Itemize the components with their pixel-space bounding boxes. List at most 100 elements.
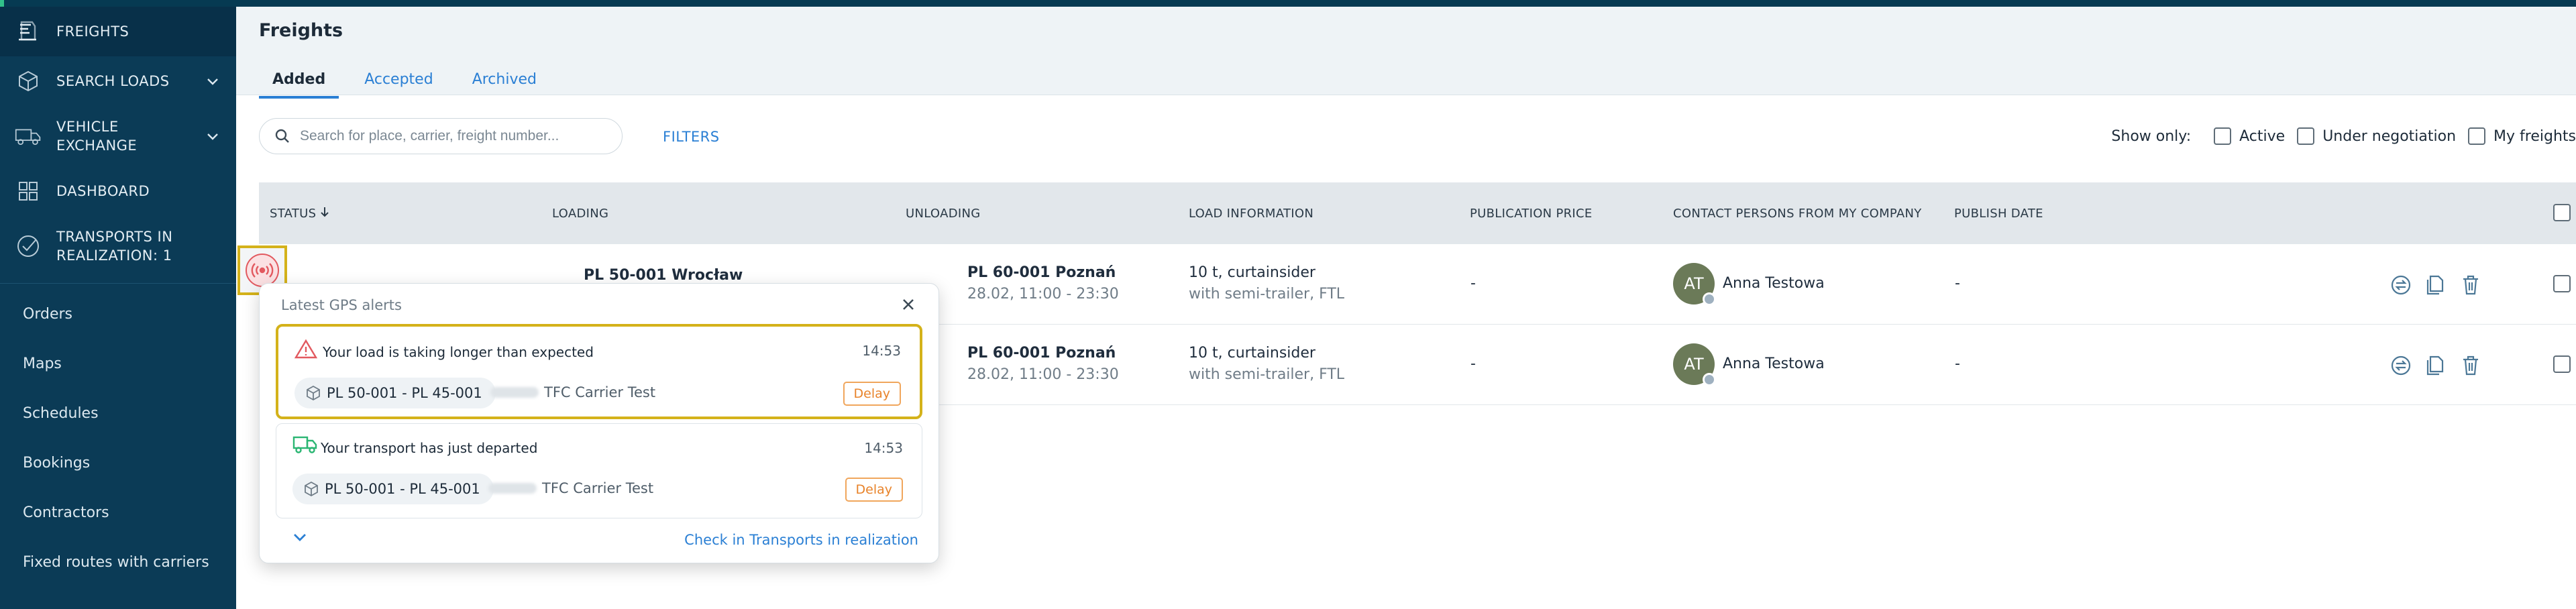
column-status[interactable]: STATUS [270,207,329,221]
check-transports-link[interactable]: Check in Transports in realization [684,532,918,548]
sidebar-item-orders[interactable]: Orders [0,289,236,339]
column-unloading: UNLOADING [906,207,981,221]
gps-alert-item[interactable]: Your load is taking longer than expected… [276,324,922,419]
row-checkbox[interactable] [2553,355,2571,373]
tab-accepted[interactable]: Accepted [351,64,446,99]
sort-arrow-down-icon[interactable] [320,207,329,217]
publication-price: - [1470,275,1476,292]
unloading-date: 28.02, 11:00 - 23:30 [967,366,1119,383]
alert-time: 14:53 [862,343,901,359]
alert-message: Your load is taking longer than expected [323,344,594,360]
chevron-down-icon[interactable] [205,74,220,88]
filter-label: Active [2239,127,2286,145]
column-load-information: LOAD INFORMATION [1189,207,1314,221]
status-dot [1703,373,1716,386]
column-publication-price: PUBLICATION PRICE [1470,207,1593,221]
column-loading: LOADING [552,207,609,221]
sidebar: FREIGHTS SEARCH LOADS VEHICLE EXCHANGE D… [0,7,236,609]
gps-alert-item[interactable]: Your transport has just departed 14:53 P… [276,423,922,518]
alert-message: Your transport has just departed [321,440,538,456]
select-all-checkbox[interactable] [2553,204,2571,221]
filters-button[interactable]: FILTERS [663,129,720,145]
top-bar [0,0,2576,7]
route-label: PL 50-001 - PL 45-001 [327,385,482,401]
chevron-down-icon[interactable] [205,129,220,143]
tab-archived[interactable]: Archived [459,64,550,99]
filter-my-freights[interactable]: My freights [2468,127,2576,145]
filter-label: Under negotiation [2322,127,2457,145]
under-negotiation-checkbox[interactable] [2297,127,2315,145]
load-info: 10 t, curtainsider [1189,345,1316,362]
trash-icon[interactable] [2459,274,2482,296]
close-icon[interactable] [898,294,918,315]
carrier-name: TFC Carrier Test [544,384,656,400]
tab-bar: Added Accepted Archived [259,64,562,99]
avatar-initials: AT [1684,274,1704,293]
sidebar-item-maps[interactable]: Maps [0,339,236,388]
publish-date: - [1955,275,1960,292]
unloading-date: 28.02, 11:00 - 23:30 [967,286,1119,302]
delay-badge: Delay [845,478,903,502]
column-contact-persons: CONTACT PERSONS FROM MY COMPANY [1673,207,1922,221]
load-info: 10 t, curtainsider [1189,264,1316,281]
gps-signal-icon [246,254,279,287]
show-only-filters: Show only: Active Under negotiation My f… [2111,127,2576,145]
sidebar-item-schedules[interactable]: Schedules [0,388,236,438]
sidebar-item-label: DASHBOARD [56,183,150,199]
unloading-place: PL 60-001 Poznań [967,264,1116,281]
filter-under-negotiation[interactable]: Under negotiation [2297,127,2456,145]
sidebar-item-contractors[interactable]: Contractors [0,488,236,537]
check-circle-icon [15,233,42,260]
route-pill: PL 50-001 - PL 45-001 [294,378,496,408]
top-bar-accent [0,0,4,7]
copy-icon[interactable] [2424,354,2447,377]
avatar: AT [1673,343,1716,386]
page-header: Freights Added Accepted Archived [236,7,2576,99]
contact-person: Anna Testowa [1723,275,1825,292]
dashboard-icon [15,178,42,205]
tab-added[interactable]: Added [259,64,339,99]
warning-triangle-icon [294,339,317,359]
copy-icon[interactable] [2424,274,2447,296]
trash-icon[interactable] [2459,354,2482,377]
filter-active[interactable]: Active [2214,127,2285,145]
avatar-initials: AT [1684,355,1704,374]
sidebar-item-freights[interactable]: FREIGHTS [0,7,236,56]
freights-icon [15,18,42,45]
unloading-place: PL 60-001 Poznań [967,345,1116,362]
search-input[interactable] [300,128,595,144]
sidebar-item-transports-in-realization[interactable]: TRANSPORTS IN REALIZATION: 1 [0,216,236,276]
alert-time: 14:53 [864,440,903,456]
active-checkbox[interactable] [2214,127,2232,145]
package-icon [307,385,320,401]
row-checkbox[interactable] [2553,275,2571,292]
popup-title: Latest GPS alerts [281,297,402,313]
publication-price: - [1470,355,1476,372]
package-icon [15,68,42,95]
search-icon [275,129,289,143]
sidebar-item-dashboard[interactable]: DASHBOARD [0,166,236,216]
truck-icon [15,123,42,150]
sidebar-item-label: TRANSPORTS IN REALIZATION: 1 [56,229,173,264]
sidebar-item-label: FREIGHTS [56,23,129,40]
sidebar-item-label: VEHICLE EXCHANGE [56,119,138,154]
redacted-text [490,387,539,398]
show-only-label: Show only: [2111,127,2192,145]
gps-alerts-popup: Latest GPS alerts Your load is taking lo… [259,283,939,563]
route-label: PL 50-001 - PL 45-001 [325,481,480,497]
exchange-icon[interactable] [2390,274,2412,296]
sidebar-item-vehicle-exchange[interactable]: VEHICLE EXCHANGE [0,106,236,166]
exchange-icon[interactable] [2390,354,2412,377]
status-dot [1703,292,1716,306]
sidebar-item-fixed-routes[interactable]: Fixed routes with carriers [0,537,236,587]
package-icon [305,481,318,497]
chevron-down-icon[interactable] [290,528,309,547]
truck-departed-icon [292,436,317,453]
column-publish-date: PUBLISH DATE [1954,207,2043,221]
sidebar-item-search-loads[interactable]: SEARCH LOADS [0,56,236,106]
sidebar-item-bookings[interactable]: Bookings [0,438,236,488]
table-header: STATUS LOADING UNLOADING LOAD INFORMATIO… [259,182,2576,244]
load-info-sub: with semi-trailer, FTL [1189,366,1345,383]
redacted-text [488,483,537,494]
my-freights-checkbox[interactable] [2468,127,2486,145]
